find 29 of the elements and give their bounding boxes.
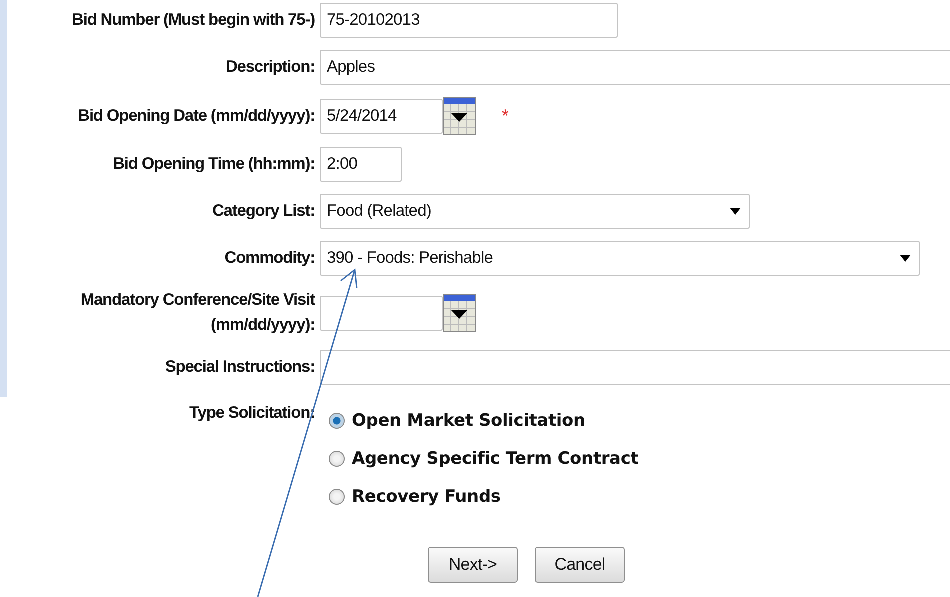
field-label: Commodity:	[224, 248, 315, 269]
required-mark: *	[502, 106, 510, 126]
text-field[interactable]: 75-20102013	[320, 3, 618, 38]
field-label: Special Instructions:	[165, 357, 315, 378]
date-field[interactable]	[320, 296, 443, 330]
text-field[interactable]: Apples	[320, 50, 950, 85]
radio-option[interactable]: Open Market Solicitation	[329, 411, 950, 431]
date-field[interactable]: 5/24/2014	[320, 98, 443, 134]
caret-icon	[900, 255, 911, 262]
text-field[interactable]: 2:00	[320, 147, 402, 182]
radio-option[interactable]: Agency Specific Term Contract	[329, 449, 950, 469]
radio-button[interactable]	[329, 489, 345, 505]
radio-button[interactable]	[329, 413, 345, 429]
field-label: Mandatory Conference/Site Visit (mm/dd/yyyy):	[80, 290, 315, 336]
radio-button[interactable]	[329, 451, 345, 467]
next-button[interactable]: Next->	[428, 547, 518, 583]
field-label: Description:	[226, 57, 315, 78]
caret-icon	[730, 208, 741, 215]
text-field[interactable]	[320, 350, 950, 385]
cancel-button[interactable]: Cancel	[535, 547, 625, 583]
field-label: Category List:	[212, 201, 315, 222]
dropdown[interactable]: Food (Related)	[320, 194, 750, 229]
calendar-icon[interactable]	[443, 294, 476, 332]
calendar-icon[interactable]	[443, 97, 476, 135]
radio-option[interactable]: Recovery Funds	[329, 487, 950, 507]
field-label: Bid Opening Time (hh:mm):	[113, 154, 315, 175]
field-label: Bid Opening Date (mm/dd/yyyy):	[78, 106, 315, 126]
dropdown[interactable]: 390 - Foods: Perishable	[320, 241, 920, 276]
field-label: Bid Number (Must begin with 75-)	[72, 10, 315, 31]
